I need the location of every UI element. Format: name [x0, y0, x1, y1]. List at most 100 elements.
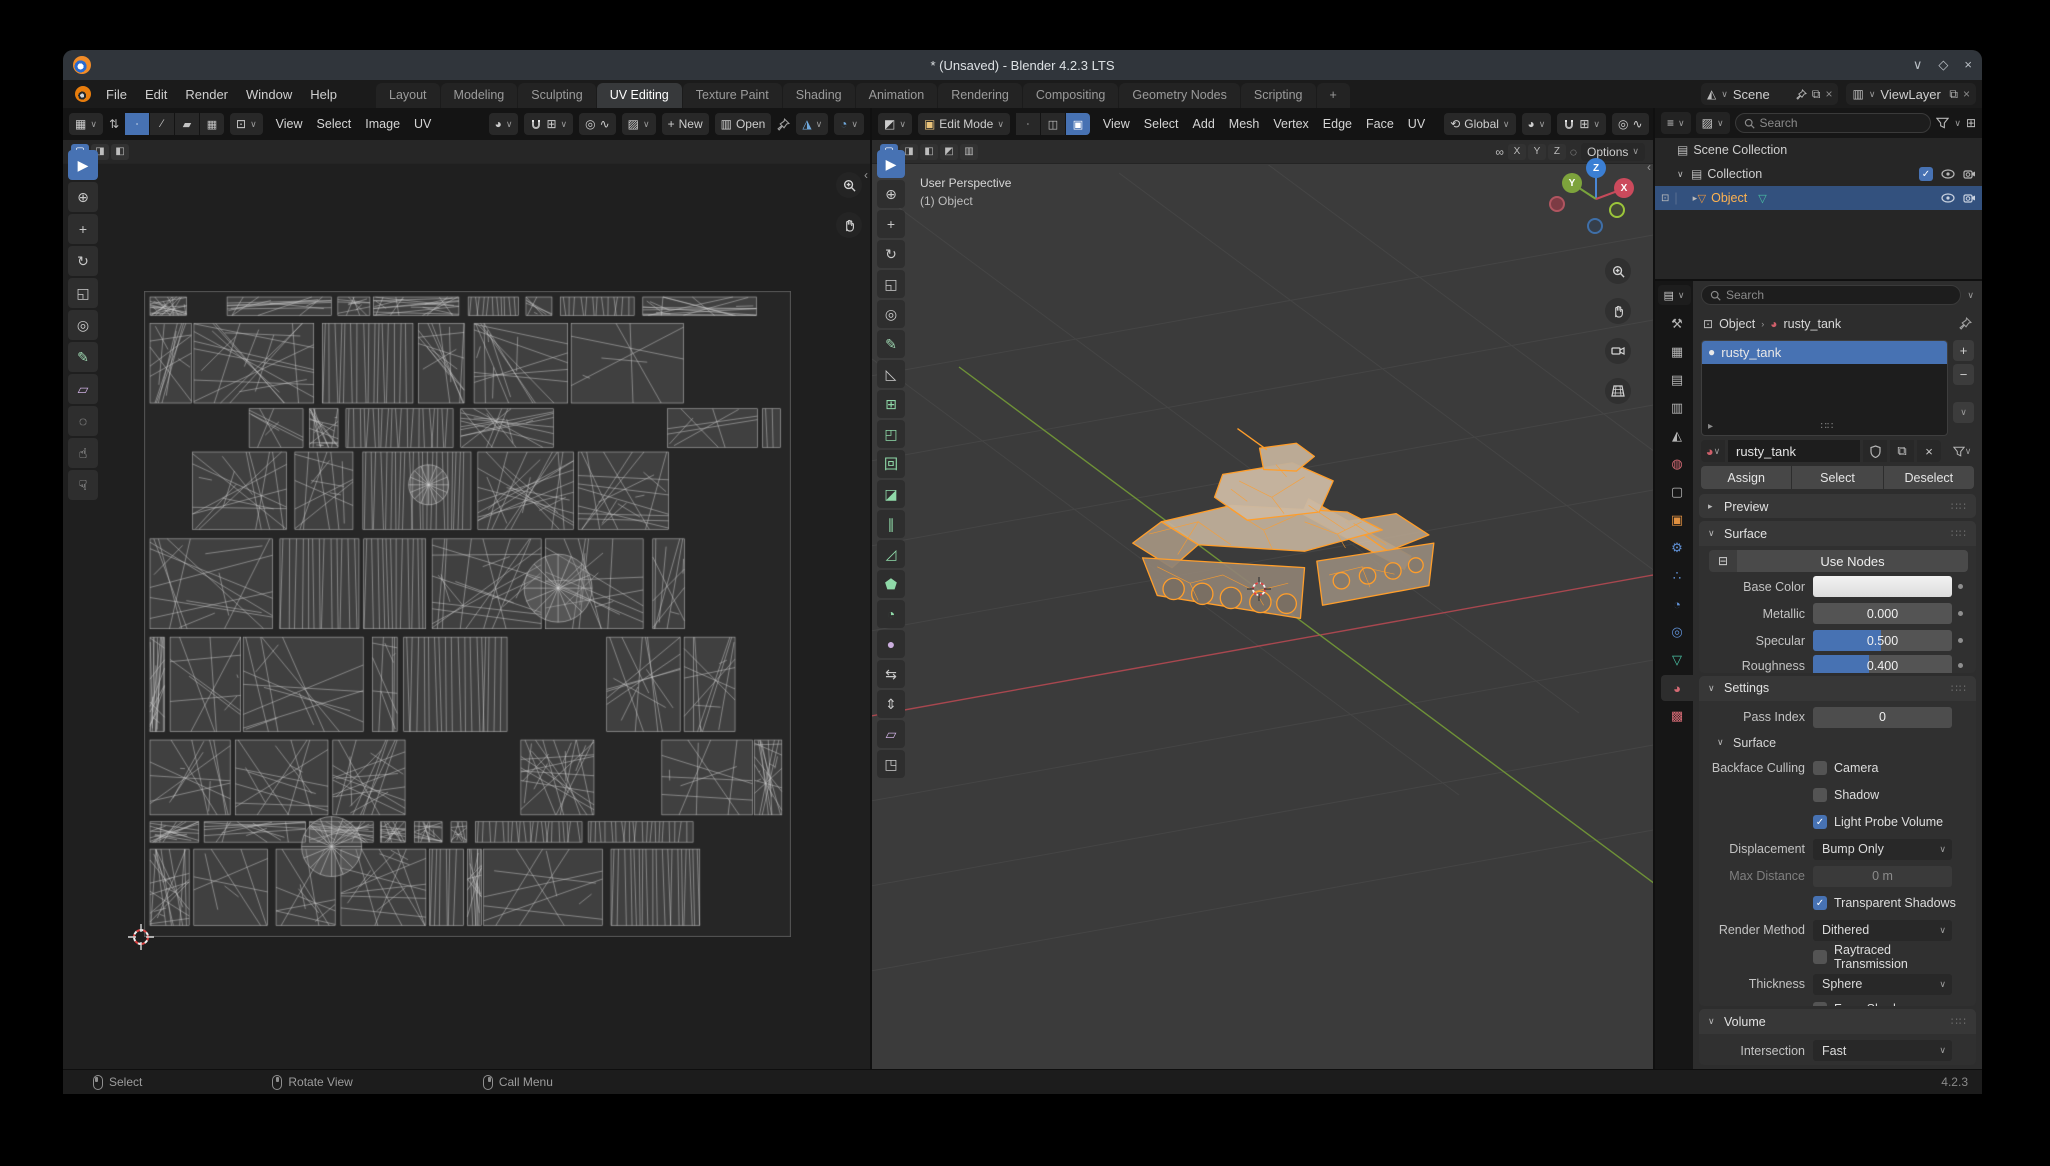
animate-dot[interactable] — [1958, 638, 1963, 643]
menu-item[interactable]: Face — [1359, 117, 1401, 131]
tab-texture-paint[interactable]: Texture Paint — [683, 83, 782, 108]
use-nodes-button[interactable]: ⊟ Use Nodes — [1709, 550, 1968, 572]
material-name-field[interactable]: rusty_tank — [1728, 440, 1860, 462]
measure-tool[interactable]: ◺ — [877, 360, 905, 388]
uv-sticky-select[interactable]: ⊡∨ — [230, 113, 263, 135]
scene-selector[interactable]: ◭ ∨ Scene ⧉ × — [1701, 83, 1838, 105]
slot-list-expand-icon[interactable]: ▸ — [1708, 421, 1713, 432]
intersection-dropdown[interactable]: Fast∨ — [1813, 1040, 1952, 1061]
menu-item[interactable]: Add — [1186, 117, 1222, 131]
slot-list-grip[interactable]: ∷∷ — [1821, 421, 1834, 432]
tweak-tool[interactable]: ▶ — [68, 150, 98, 180]
copy-datablock-icon[interactable]: ⧉ — [1890, 440, 1914, 462]
material-slot-list[interactable]: ● rusty_tank ▸ ∷∷ — [1701, 340, 1948, 436]
move-tool[interactable]: + — [877, 210, 905, 238]
mirror-axis-button[interactable]: Y — [1528, 144, 1546, 160]
tank-model[interactable] — [1100, 380, 1460, 680]
surface-panel-header[interactable]: ∨ Surface ∷∷ — [1699, 521, 1976, 546]
minimize-button[interactable]: ∨ — [1913, 57, 1923, 73]
physics-tab[interactable]: ◔ — [1661, 591, 1693, 617]
image-browse-dropdown[interactable]: ▨∨ — [622, 113, 656, 135]
perspective-toggle-icon[interactable] — [1605, 378, 1631, 404]
metallic-field[interactable]: 0.000 — [1813, 603, 1952, 624]
add-cube-tool[interactable]: ⊞ — [877, 390, 905, 418]
menu-item[interactable]: Select — [1137, 117, 1186, 131]
maximize-button[interactable]: ◇ — [1938, 57, 1948, 73]
material-slot[interactable]: ● rusty_tank — [1702, 341, 1947, 364]
thickness-dropdown[interactable]: Sphere∨ — [1813, 974, 1952, 995]
view-layer-tab[interactable]: ▥ — [1661, 395, 1693, 421]
uv-mesh-canvas[interactable] — [144, 291, 791, 937]
menu-item[interactable]: Edit — [136, 87, 176, 102]
displacement-dropdown[interactable]: Bump Only∨ — [1813, 839, 1952, 860]
uv-snap-dropdown[interactable]: ⊞∨ — [524, 113, 573, 135]
cursor-tool[interactable]: ⊕ — [68, 182, 98, 212]
camera-checkbox[interactable]: ✓ — [1813, 761, 1827, 775]
spin-tool[interactable]: ◔ — [877, 600, 905, 628]
roughness-slider[interactable]: 0.400 — [1813, 655, 1952, 673]
select-invert[interactable]: ◩ — [940, 144, 958, 160]
relax-tool[interactable]: ☝ — [68, 438, 98, 468]
render-method-dropdown[interactable]: Dithered∨ — [1813, 920, 1952, 941]
tab-geometry-nodes[interactable]: Geometry Nodes — [1119, 83, 1239, 108]
pass-index-field[interactable]: 0 — [1813, 707, 1952, 728]
world-tab[interactable]: ◍ — [1661, 451, 1693, 477]
annotate-tool[interactable]: ✎ — [877, 330, 905, 358]
viewlayer-selector[interactable]: ▥ ∨ ViewLayer ⧉ × — [1846, 83, 1976, 105]
new-viewlayer-icon[interactable]: ⧉ — [1949, 87, 1958, 102]
settings-panel-header[interactable]: ∨ Settings ∷∷ — [1699, 676, 1976, 701]
uv-pivot-dropdown[interactable]: ◕∨ — [489, 113, 519, 135]
pin-icon[interactable] — [1959, 317, 1972, 330]
menu-item[interactable]: Render — [176, 87, 237, 102]
camera-visibility-icon[interactable] — [1963, 193, 1976, 203]
raytraced-transmission-checkbox[interactable]: ✓ — [1813, 950, 1827, 964]
face-select-mode[interactable]: ▣ — [1066, 113, 1090, 135]
extrude-region-tool[interactable]: ◰ — [877, 420, 905, 448]
modifiers-tab[interactable]: ⚙ — [1661, 535, 1693, 561]
tab-scripting[interactable]: Scripting — [1241, 83, 1316, 108]
deselect-button[interactable]: Deselect — [1884, 466, 1974, 489]
outliner-search-input[interactable]: Search — [1735, 113, 1932, 133]
gizmo-y-axis[interactable]: Y — [1562, 173, 1582, 193]
mode-dropdown[interactable]: ▣Edit Mode∨ — [918, 113, 1010, 135]
pivot-dropdown[interactable]: ◕∨ — [1522, 113, 1552, 135]
unlink-scene-icon[interactable]: × — [1825, 87, 1832, 101]
properties-search-input[interactable]: Search — [1701, 285, 1961, 305]
shadow-checkbox[interactable]: ✓ — [1813, 788, 1827, 802]
rotate-tool[interactable]: ↻ — [68, 246, 98, 276]
assign-button[interactable]: Assign — [1701, 466, 1791, 489]
scene-tab[interactable]: ◭ — [1661, 423, 1693, 449]
breadcrumb-object[interactable]: Object — [1719, 317, 1755, 331]
poly-build-tool[interactable]: ⬟ — [877, 570, 905, 598]
shrink-fatten-tool[interactable]: ⇕ — [877, 690, 905, 718]
smooth-tool[interactable]: ● — [877, 630, 905, 658]
menu-item[interactable]: Window — [237, 87, 301, 102]
tab-compositing[interactable]: Compositing — [1023, 83, 1118, 108]
outliner-row-scene-collection[interactable]: ▤ Scene Collection — [1655, 138, 1982, 162]
grab-tool[interactable]: ◌ — [68, 406, 98, 436]
loop-cut-tool[interactable]: ∥ — [877, 510, 905, 538]
tweak-tool[interactable]: ▶ — [877, 150, 905, 178]
menu-item[interactable]: Select — [310, 117, 359, 131]
tab-animation[interactable]: Animation — [856, 83, 938, 108]
mirror-axis-button[interactable]: X — [1508, 144, 1526, 160]
navigation-gizmo[interactable]: Z Y X — [1553, 156, 1639, 242]
viewport-sidebar-toggle[interactable]: ‹ — [1647, 160, 1651, 174]
filter-icon[interactable] — [1936, 117, 1949, 129]
uv-overlays-dropdown[interactable]: ◔∨ — [834, 113, 864, 135]
menu-item[interactable]: File — [97, 87, 136, 102]
hide-eye-icon[interactable] — [1941, 169, 1955, 179]
blender-menu-icon[interactable] — [75, 86, 91, 102]
vertex-select-mode[interactable]: ∙ — [1016, 113, 1040, 135]
render-tab[interactable]: ▦ — [1661, 339, 1693, 365]
unlink-datablock-icon[interactable]: × — [1917, 440, 1941, 462]
zoom-icon[interactable] — [1605, 258, 1631, 284]
proportional-editing[interactable]: ◎∿ — [1612, 113, 1649, 135]
menu-item[interactable]: Edge — [1316, 117, 1359, 131]
base-color-swatch[interactable] — [1813, 576, 1952, 597]
tab-modeling[interactable]: Modeling — [441, 83, 518, 108]
collection-checkbox[interactable]: ✓ — [1919, 167, 1933, 181]
animate-dot[interactable] — [1958, 663, 1963, 668]
uv-island-select[interactable]: ▦ — [200, 113, 224, 135]
hide-eye-icon[interactable] — [1941, 193, 1955, 203]
